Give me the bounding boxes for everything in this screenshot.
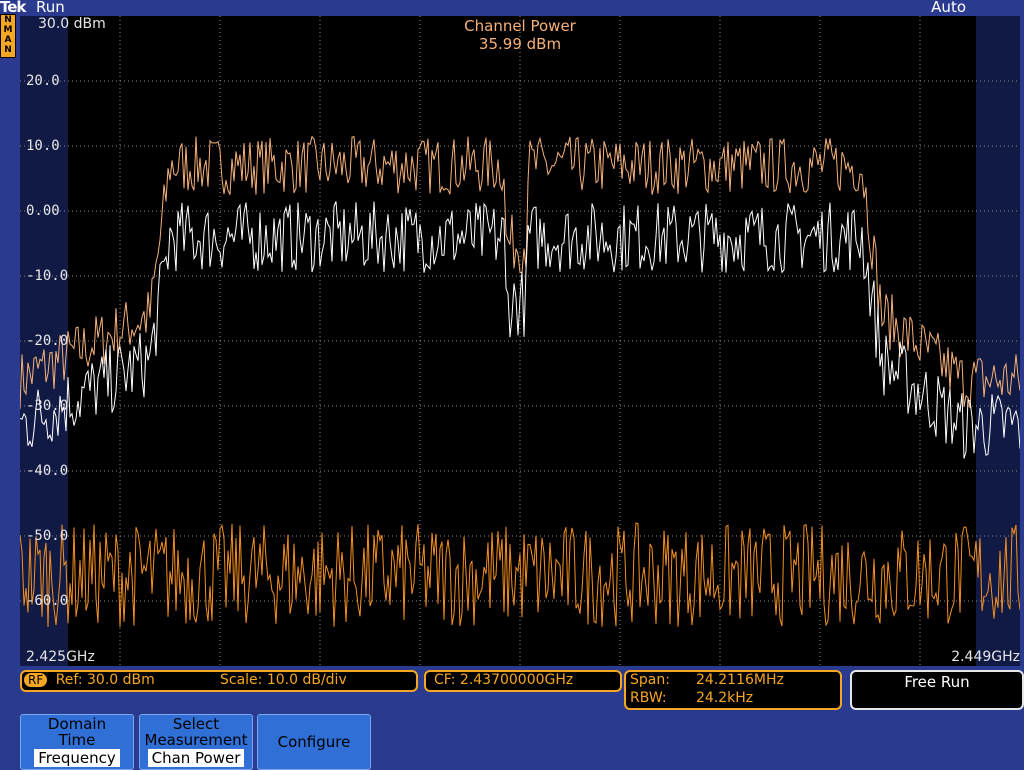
- center-frequency-value: CF: 2.43700000GHz: [434, 672, 574, 688]
- free-run-label: Free Run: [904, 673, 970, 691]
- y-axis-label: 20.0: [26, 73, 60, 89]
- trace-mode-icon: N M A N: [0, 14, 16, 58]
- softkey-label: Configure: [277, 733, 351, 751]
- scale-readout: Scale: 10.0 dB/div: [220, 672, 347, 688]
- softkey-label: Measurement: [144, 731, 248, 749]
- ref-level-readout: Ref: 30.0 dBm: [55, 672, 155, 688]
- span-label: Span:: [630, 672, 670, 688]
- rbw-value: 24.2kHz: [696, 690, 754, 706]
- stop-frequency-label: 2.449GHz: [951, 649, 1020, 665]
- domain-softkey[interactable]: Domain Time Frequency: [20, 714, 134, 770]
- center-frequency-readout[interactable]: CF: 2.43700000GHz: [424, 670, 622, 692]
- noise-floor-trace: [20, 522, 1020, 628]
- measurement-value: 35.99 dBm: [478, 35, 562, 53]
- spectrum-display[interactable]: [20, 16, 1020, 666]
- trace-mode-letter: N: [4, 45, 12, 55]
- y-axis-label: -10.0: [26, 268, 69, 284]
- softkey-selected-value: Frequency: [34, 749, 120, 767]
- configure-softkey[interactable]: Configure: [257, 714, 371, 770]
- top-status-bar: Tek Run Auto: [0, 0, 1024, 16]
- reference-level-label: 30.0 dBm: [38, 16, 106, 32]
- select-measurement-softkey[interactable]: Select Measurement Chan Power: [139, 714, 253, 770]
- trace-mode-letter: A: [4, 35, 12, 45]
- ref-scale-readout[interactable]: RF Ref: 30.0 dBm Scale: 10.0 dB/div: [20, 670, 418, 692]
- softkey-label: Time: [58, 731, 96, 749]
- measurement-title: Channel Power: [464, 17, 576, 35]
- y-axis-label: 10.0: [26, 138, 60, 154]
- softkey-selected-value: Chan Power: [147, 749, 245, 767]
- trigger-status-readout[interactable]: Free Run: [850, 670, 1024, 710]
- y-axis-label: -30.0: [26, 398, 69, 414]
- trigger-mode: Auto: [931, 0, 966, 16]
- y-axis-label: -60.0: [26, 593, 69, 609]
- rbw-label: RBW:: [630, 690, 667, 706]
- spectrum-plot: [20, 16, 1020, 666]
- run-status: Run: [36, 0, 65, 16]
- trace-mode-letter: N: [4, 15, 12, 25]
- y-axis-label: -50.0: [26, 528, 69, 544]
- measurement-readout: Channel Power 35.99 dBm: [430, 17, 610, 53]
- trace-mode-letter: M: [3, 25, 13, 35]
- y-axis-label: 0.00: [26, 203, 60, 219]
- y-axis-label: -40.0: [26, 463, 69, 479]
- span-rbw-readout[interactable]: Span: 24.2116MHz RBW: 24.2kHz: [624, 670, 842, 710]
- normal-trace: [20, 201, 1020, 459]
- start-frequency-label: 2.425GHz: [26, 649, 95, 665]
- span-value: 24.2116MHz: [696, 672, 784, 688]
- y-axis-label: -20.0: [26, 333, 69, 349]
- rf-badge: RF: [24, 673, 48, 687]
